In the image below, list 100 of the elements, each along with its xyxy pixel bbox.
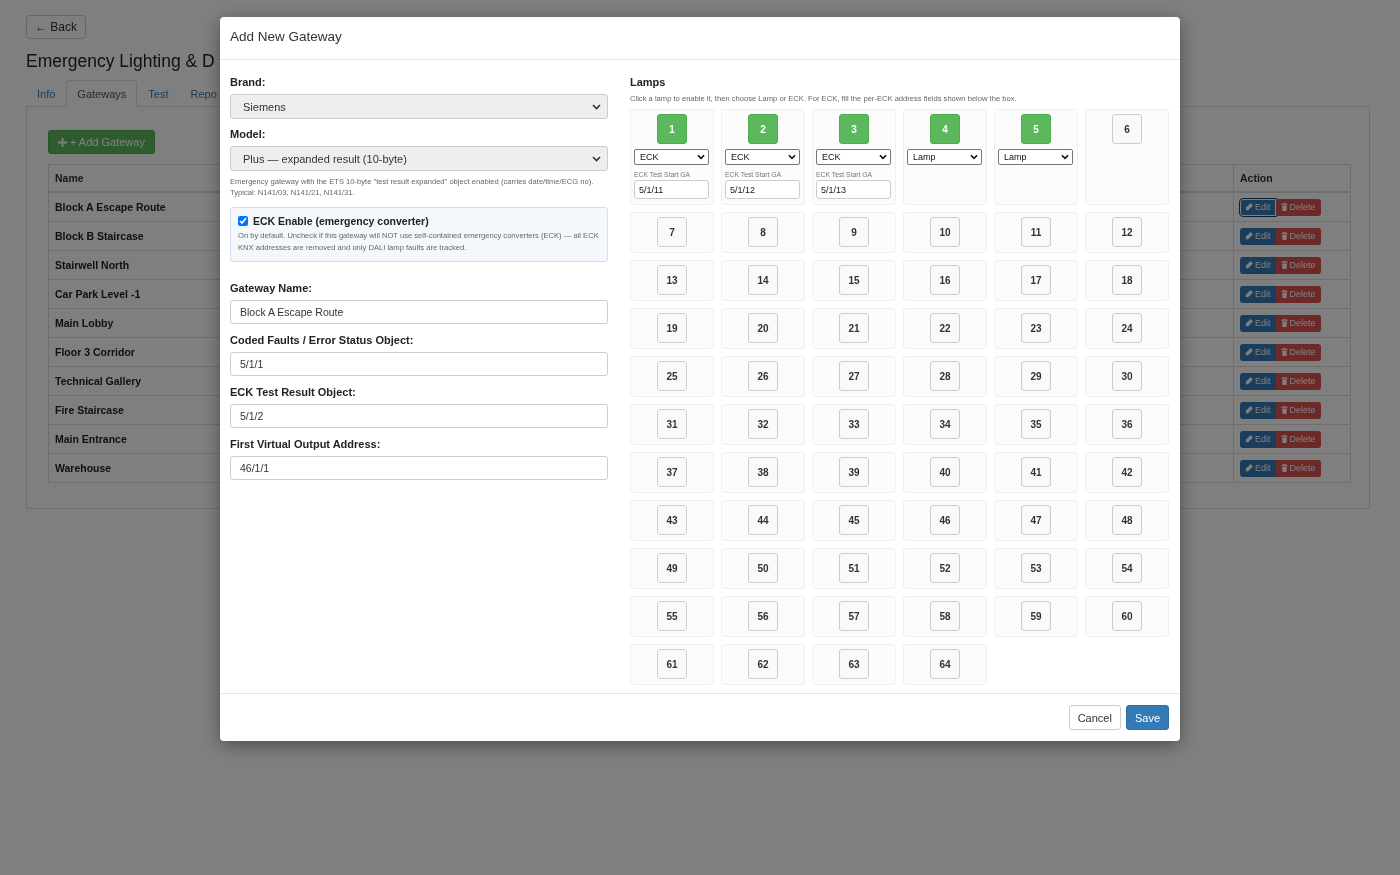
lamp-button[interactable]: 7 — [657, 217, 687, 247]
trash-icon — [1280, 435, 1288, 443]
lamp-button[interactable]: 60 — [1112, 601, 1142, 631]
lamp-button[interactable]: 51 — [839, 553, 869, 583]
lamp-button[interactable]: 11 — [1021, 217, 1051, 247]
lamp-button[interactable]: 45 — [839, 505, 869, 535]
lamp-button[interactable]: 57 — [839, 601, 869, 631]
lamp-button[interactable]: 54 — [1112, 553, 1142, 583]
column-header: Action — [1233, 164, 1351, 192]
lamp-button[interactable]: 9 — [839, 217, 869, 247]
lamp-button[interactable]: 62 — [748, 649, 778, 679]
lamp-button[interactable]: 39 — [839, 457, 869, 487]
tab[interactable]: Gateways — [66, 80, 138, 107]
lamp-button[interactable]: 55 — [657, 601, 687, 631]
pencil-icon — [1245, 232, 1253, 240]
lamp-button[interactable]: 13 — [657, 265, 687, 295]
model-select[interactable]: Plus — expanded result (10-byte) — [230, 146, 608, 171]
lamp-button[interactable]: 34 — [930, 409, 960, 439]
pencil-icon — [1245, 348, 1253, 356]
trash-icon — [1280, 464, 1288, 472]
field-label: Brand: — [230, 76, 267, 88]
lamp-button[interactable]: 16 — [930, 265, 960, 295]
lamp-button[interactable]: 30 — [1112, 361, 1142, 391]
field-label: First Virtual Output Address: — [230, 438, 382, 451]
lamp-button[interactable]: 36 — [1112, 409, 1142, 439]
lamp-button[interactable]: 50 — [748, 553, 778, 583]
caret-icon — [788, 154, 796, 160]
lamp-button[interactable]: 19 — [657, 313, 687, 343]
lamp-button[interactable]: 32 — [748, 409, 778, 439]
lamp-button[interactable]: 41 — [1021, 457, 1051, 487]
lamp-button[interactable]: 47 — [1021, 505, 1051, 535]
lamp-button[interactable]: 18 — [1112, 265, 1142, 295]
lamp-button[interactable]: 63 — [839, 649, 869, 679]
lamp-button[interactable]: 38 — [748, 457, 778, 487]
type-select[interactable]: ECK — [816, 149, 891, 165]
input-field[interactable]: 5/1/1 — [230, 352, 608, 377]
lamp-button[interactable]: 43 — [657, 505, 687, 535]
type-select[interactable]: ECK — [634, 149, 709, 165]
input-field[interactable]: 5/1/13 — [816, 180, 891, 199]
type-select[interactable]: Lamp — [907, 149, 982, 165]
lamp-button[interactable]: 49 — [657, 553, 687, 583]
lamp-button[interactable]: 26 — [748, 361, 778, 391]
lamp-button[interactable]: 8 — [748, 217, 778, 247]
caret-icon — [970, 154, 978, 160]
input-field[interactable]: 5/1/11 — [634, 180, 709, 199]
lamp-button[interactable]: 44 — [748, 505, 778, 535]
lamp-button[interactable]: 20 — [748, 313, 778, 343]
type-select[interactable]: ECK — [725, 149, 800, 165]
lamp-button[interactable]: 25 — [657, 361, 687, 391]
lamp-button[interactable]: 27 — [839, 361, 869, 391]
lamp-button[interactable]: 10 — [930, 217, 960, 247]
lamp-button[interactable]: 6 — [1112, 114, 1142, 144]
lamp-button[interactable]: 64 — [930, 649, 960, 679]
plus-icon — [58, 137, 67, 147]
lamp-button[interactable]: 31 — [657, 409, 687, 439]
lamp-button[interactable]: 37 — [657, 457, 687, 487]
caret-icon — [592, 155, 601, 162]
input-field[interactable]: 46/1/1 — [230, 456, 608, 481]
pencil-icon — [1245, 203, 1253, 211]
trash-icon — [1280, 406, 1288, 414]
pencil-icon — [1245, 377, 1253, 385]
lamp-button[interactable]: 17 — [1021, 265, 1051, 295]
lamp-button[interactable]: 24 — [1112, 313, 1142, 343]
lamp-button[interactable]: 48 — [1112, 505, 1142, 535]
input-field[interactable]: 5/1/2 — [230, 404, 608, 429]
lamp-button[interactable]: 40 — [930, 457, 960, 487]
lamp-button[interactable]: 23 — [1021, 313, 1051, 343]
lamp-button[interactable]: 35 — [1021, 409, 1051, 439]
field-label: Model: — [230, 128, 267, 140]
page-title: Emergency Lighting & D — [26, 51, 216, 72]
trash-icon — [1280, 261, 1288, 269]
lamp-button[interactable]: 12 — [1112, 217, 1142, 247]
caret-icon — [1061, 154, 1069, 160]
back-button[interactable]: ← Back — [26, 15, 86, 39]
cancel-button[interactable]: Cancel — [1068, 705, 1121, 730]
lamp-button[interactable]: 28 — [930, 361, 960, 391]
pencil-icon — [1245, 319, 1253, 327]
input-field[interactable]: 5/1/12 — [725, 180, 800, 199]
lamp-button[interactable]: 61 — [657, 649, 687, 679]
trash-icon — [1280, 348, 1288, 356]
checkbox[interactable] — [238, 215, 248, 226]
lamp-button[interactable]: 53 — [1021, 553, 1051, 583]
lamp-button[interactable]: 33 — [839, 409, 869, 439]
lamp-button[interactable]: 58 — [930, 601, 960, 631]
lamp-button[interactable]: 21 — [839, 313, 869, 343]
pencil-icon — [1245, 290, 1253, 298]
lamp-button[interactable]: 52 — [930, 553, 960, 583]
input-field[interactable]: Block A Escape Route — [230, 300, 608, 325]
lamp-button[interactable]: 14 — [748, 265, 778, 295]
lamp-button[interactable]: 59 — [1021, 601, 1051, 631]
lamp-button[interactable]: 15 — [839, 265, 869, 295]
type-select[interactable]: Lamp — [998, 149, 1073, 165]
lamp-button[interactable]: 56 — [748, 601, 778, 631]
lamp-button[interactable]: 29 — [1021, 361, 1051, 391]
lamp-button[interactable]: 42 — [1112, 457, 1142, 487]
trash-icon — [1280, 232, 1288, 240]
brand-select[interactable]: Siemens — [230, 94, 608, 119]
lamp-button[interactable]: 22 — [930, 313, 960, 343]
save-button[interactable]: Save — [1125, 705, 1169, 730]
lamp-button[interactable]: 46 — [930, 505, 960, 535]
